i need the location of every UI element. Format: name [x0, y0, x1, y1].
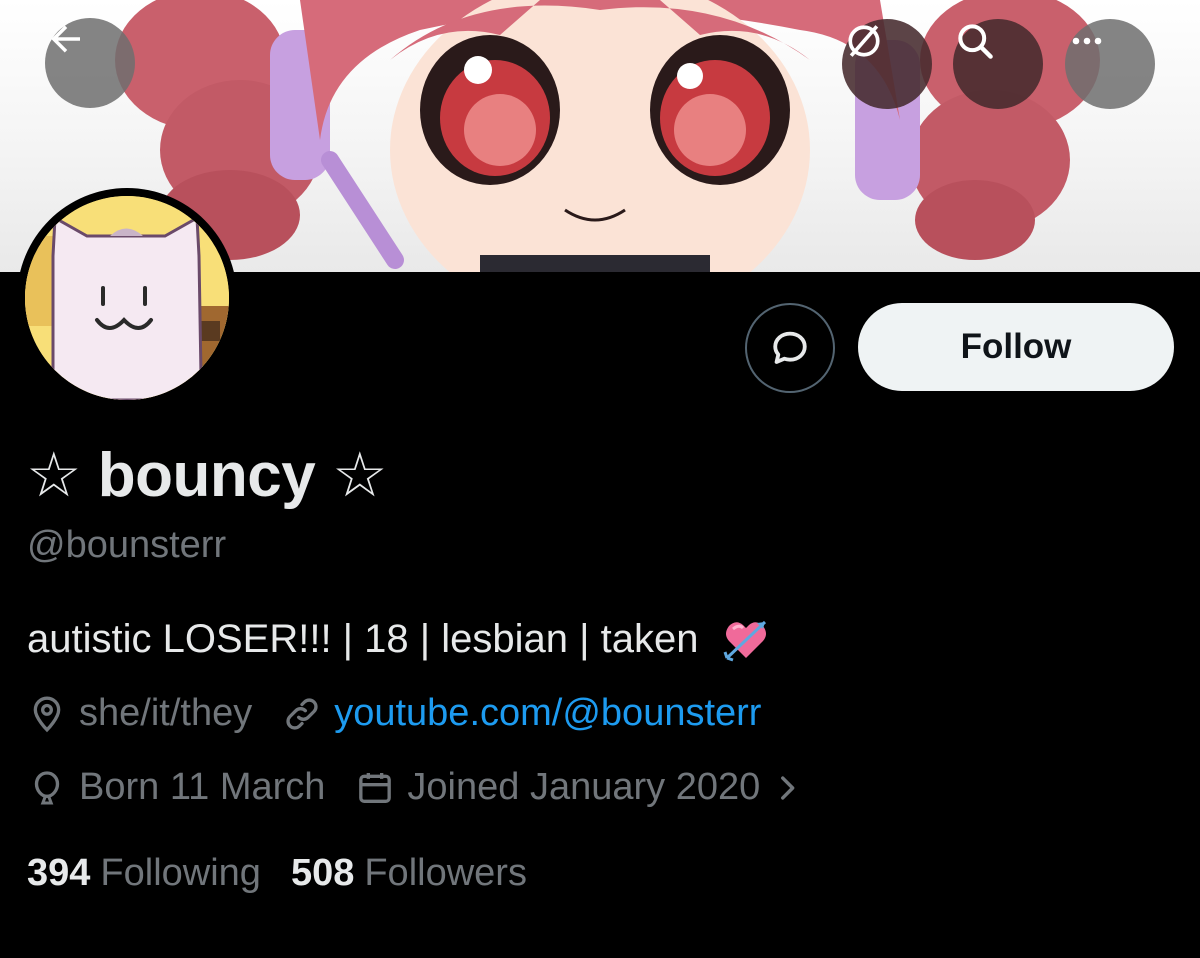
more-horizontal-icon: [1072, 37, 1102, 45]
follow-button[interactable]: Follow: [858, 303, 1174, 391]
link-icon: [286, 697, 318, 730]
following-link[interactable]: 394 Following: [27, 852, 261, 895]
chevron-right-icon: [781, 775, 795, 800]
followers-link[interactable]: 508 Followers: [291, 852, 527, 895]
joined-item[interactable]: Joined January 2020: [355, 766, 816, 809]
location-item: she/it/they: [27, 692, 252, 735]
joined-text: Joined January 2020: [407, 766, 761, 808]
follow-stats: 394 Following 508 Followers: [27, 852, 527, 895]
bio: autistic LOSER!!! | 18 | lesbian | taken: [27, 614, 771, 664]
heart-with-arrow-icon: [721, 614, 771, 664]
location-text: she/it/they: [79, 692, 253, 734]
following-label: Following: [100, 852, 261, 894]
bio-text: autistic LOSER!!! | 18 | lesbian | taken: [27, 616, 699, 661]
message-bubble-icon: [773, 331, 807, 364]
translate-button[interactable]: [842, 19, 932, 109]
search-icon: [958, 24, 993, 59]
avatar-image: [25, 196, 229, 400]
followers-count: 508: [290, 852, 355, 894]
calendar-icon: [359, 772, 392, 803]
birthday-item: Born 11 March: [27, 766, 325, 809]
translate-slash-icon: [848, 25, 880, 57]
avatar[interactable]: [17, 188, 237, 408]
website-link[interactable]: youtube.com/@bounsterr: [334, 692, 761, 735]
website-item[interactable]: youtube.com/@bounsterr: [282, 692, 761, 735]
profile-meta-row-1: she/it/they youtube.com/@bounsterr: [27, 692, 761, 735]
profile-meta-row-2: Born 11 March Joined January 2020: [27, 766, 816, 809]
followers-label: Followers: [364, 852, 527, 894]
message-button[interactable]: [745, 303, 835, 393]
search-button[interactable]: [953, 19, 1043, 109]
following-count: 394: [27, 852, 91, 894]
birthday-text: Born 11 March: [79, 766, 326, 808]
arrow-left-icon: [51, 25, 80, 53]
balloon-icon: [34, 770, 60, 804]
location-pin-icon: [33, 695, 61, 732]
handle: @bounsterr: [27, 524, 227, 566]
back-button[interactable]: [45, 18, 135, 108]
display-name: ☆ bouncy ☆: [26, 441, 388, 510]
more-button[interactable]: [1065, 19, 1155, 109]
